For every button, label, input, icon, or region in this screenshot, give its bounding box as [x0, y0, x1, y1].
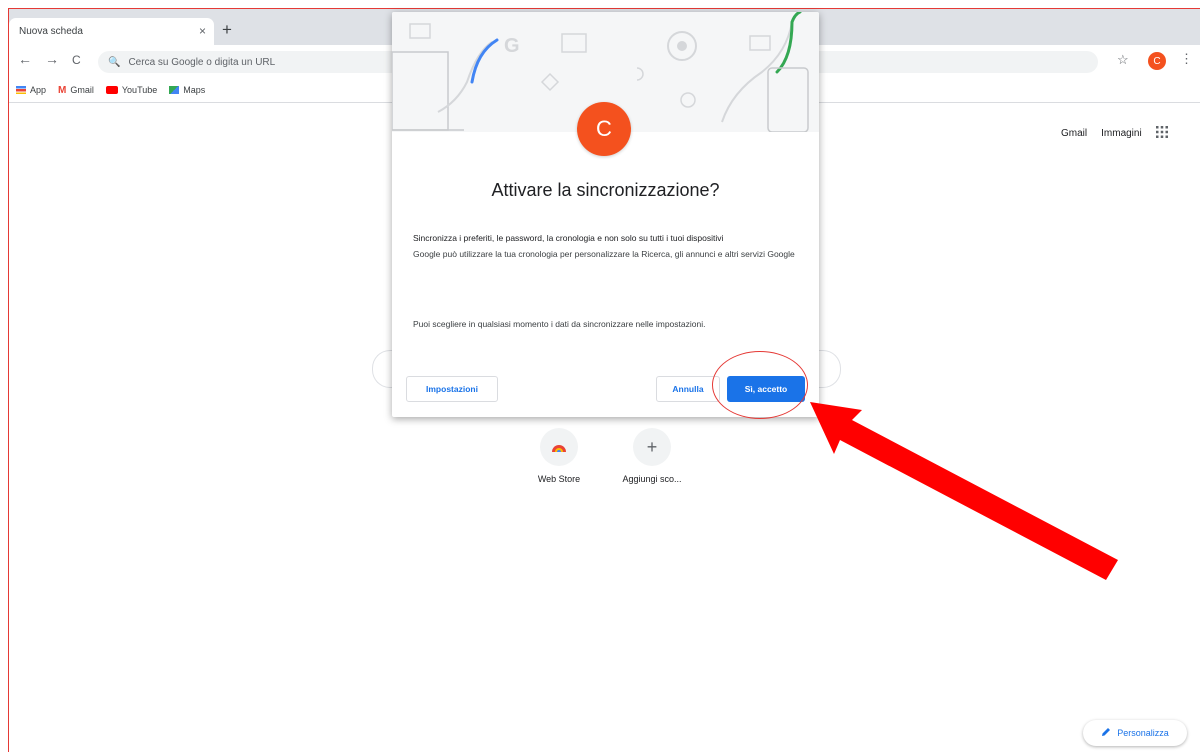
menu-icon[interactable]: ⋮	[1180, 51, 1193, 67]
shortcut-web-store[interactable]: Web Store	[519, 428, 599, 484]
bookmark-label: Maps	[183, 85, 206, 95]
youtube-icon	[105, 86, 118, 94]
sync-secondary-text: Google può utilizzare la tua cronologia …	[413, 249, 795, 259]
bookmark-app[interactable]: App	[16, 85, 46, 95]
customize-label: Personalizza	[1117, 728, 1169, 738]
new-tab-button[interactable]: +	[222, 20, 232, 40]
customize-button[interactable]: Personalizza	[1083, 720, 1187, 746]
cancel-button[interactable]: Annulla	[656, 376, 720, 402]
bookmark-label: App	[30, 85, 47, 95]
apps-grid-icon	[16, 86, 26, 94]
account-avatar: C	[577, 102, 631, 156]
annotation-circle	[712, 351, 808, 419]
maps-icon	[169, 86, 180, 94]
profile-avatar[interactable]: C	[1148, 52, 1166, 70]
close-icon[interactable]: ×	[199, 24, 206, 38]
omnibox-placeholder: Cerca su Google o digita un URL	[128, 56, 276, 68]
bookmark-star-icon[interactable]: ☆	[1117, 52, 1129, 68]
pencil-icon	[1101, 727, 1111, 739]
dialog-description: Sincronizza i preferiti, le password, la…	[413, 230, 803, 262]
top-links: Gmail Immagini	[1061, 126, 1168, 141]
web-store-icon	[540, 428, 578, 466]
tab-title: Nuova scheda	[19, 26, 83, 37]
search-icon: 🔍	[108, 56, 121, 68]
images-link[interactable]: Immagini	[1101, 128, 1142, 139]
bookmarks-bar: App M Gmail YouTube Maps	[16, 82, 205, 98]
gmail-link[interactable]: Gmail	[1061, 128, 1087, 139]
shortcut-label: Web Store	[537, 474, 581, 484]
shortcut-label: Aggiungi sco...	[622, 474, 682, 484]
apps-launcher-icon[interactable]	[1155, 126, 1168, 141]
gmail-icon: M	[58, 84, 67, 96]
back-arrow-icon[interactable]: ←	[18, 51, 32, 67]
plus-icon: +	[633, 428, 671, 466]
bookmark-label: YouTube	[121, 85, 158, 95]
bookmark-label: Gmail	[70, 85, 94, 95]
settings-button[interactable]: Impostazioni	[406, 376, 498, 402]
tab-new-tab[interactable]: Nuova scheda ×	[9, 18, 214, 45]
svg-text:G: G	[504, 35, 520, 57]
shortcut-add[interactable]: + Aggiungi sco...	[612, 428, 692, 484]
bookmark-gmail[interactable]: M Gmail	[58, 85, 94, 96]
reload-icon[interactable]: C	[72, 53, 81, 67]
bookmark-maps[interactable]: Maps	[169, 85, 205, 95]
bookmark-youtube[interactable]: YouTube	[105, 85, 158, 95]
sync-primary-text: Sincronizza i preferiti, le password, la…	[413, 233, 724, 243]
annotation-arrow	[810, 402, 1118, 580]
dialog-title: Attivare la sincronizzazione?	[491, 180, 720, 200]
forward-arrow-icon[interactable]: →	[45, 51, 59, 67]
settings-note: Puoi scegliere in qualsiasi momento i da…	[413, 319, 706, 329]
